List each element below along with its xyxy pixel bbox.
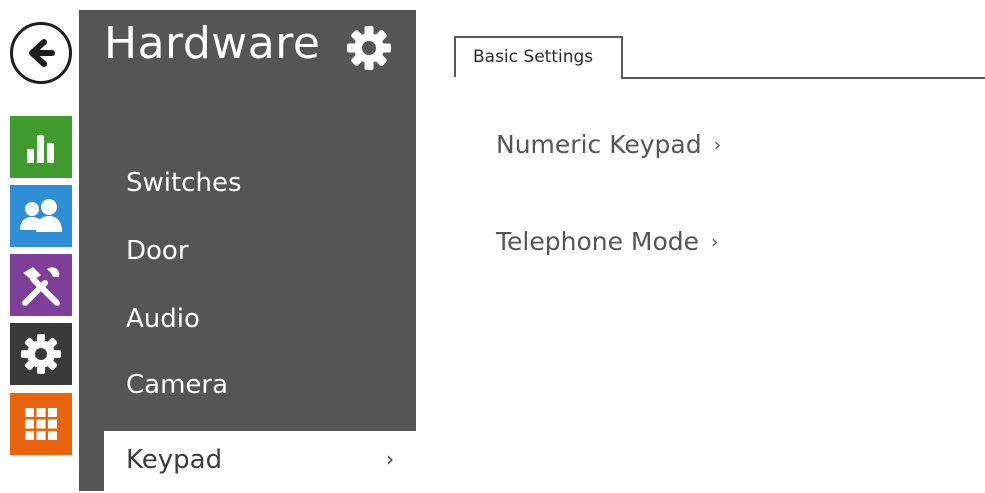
rail-status-button[interactable] — [10, 116, 72, 178]
rail-system-button[interactable] — [10, 393, 72, 455]
grid-icon — [25, 408, 57, 440]
gear-icon — [21, 334, 61, 374]
chevron-right-icon: › — [711, 231, 719, 253]
chevron-right-icon: › — [386, 447, 394, 471]
sidebar-item-keypad[interactable]: Keypad › — [104, 431, 416, 493]
rail-services-button[interactable] — [10, 323, 72, 385]
tools-icon — [22, 267, 60, 306]
sidebar-title: Hardware — [104, 18, 321, 69]
tab-basic-settings[interactable]: Basic Settings — [454, 36, 623, 79]
tab-corner — [446, 77, 456, 80]
chevron-right-icon: › — [713, 134, 722, 156]
gear-icon[interactable] — [345, 24, 393, 72]
sidebar-item-camera[interactable]: Camera — [126, 370, 228, 400]
back-button[interactable] — [10, 22, 72, 84]
sidebar-item-switches[interactable]: Switches — [126, 168, 242, 198]
numeric-keypad-link[interactable]: Numeric Keypad › — [496, 130, 721, 159]
tab-label: Basic Settings — [473, 47, 594, 67]
telephone-mode-link[interactable]: Telephone Mode › — [496, 227, 719, 256]
link-label: Telephone Mode — [496, 227, 700, 256]
back-arrow-icon — [29, 39, 55, 67]
link-label: Numeric Keypad — [496, 130, 702, 159]
sidebar-item-audio[interactable]: Audio — [126, 304, 200, 334]
hardware-sidebar: Hardware Switches Door Audio Camera Keyp… — [79, 10, 416, 493]
sidebar-item-label: Keypad — [126, 445, 223, 475]
rail-directory-button[interactable] — [10, 185, 72, 247]
rail-hardware-button[interactable] — [10, 254, 72, 316]
sidebar-item-door[interactable]: Door — [126, 236, 189, 266]
tab-strip: Basic Settings — [446, 36, 985, 82]
users-icon — [20, 199, 62, 232]
bar-chart-icon — [27, 135, 54, 163]
